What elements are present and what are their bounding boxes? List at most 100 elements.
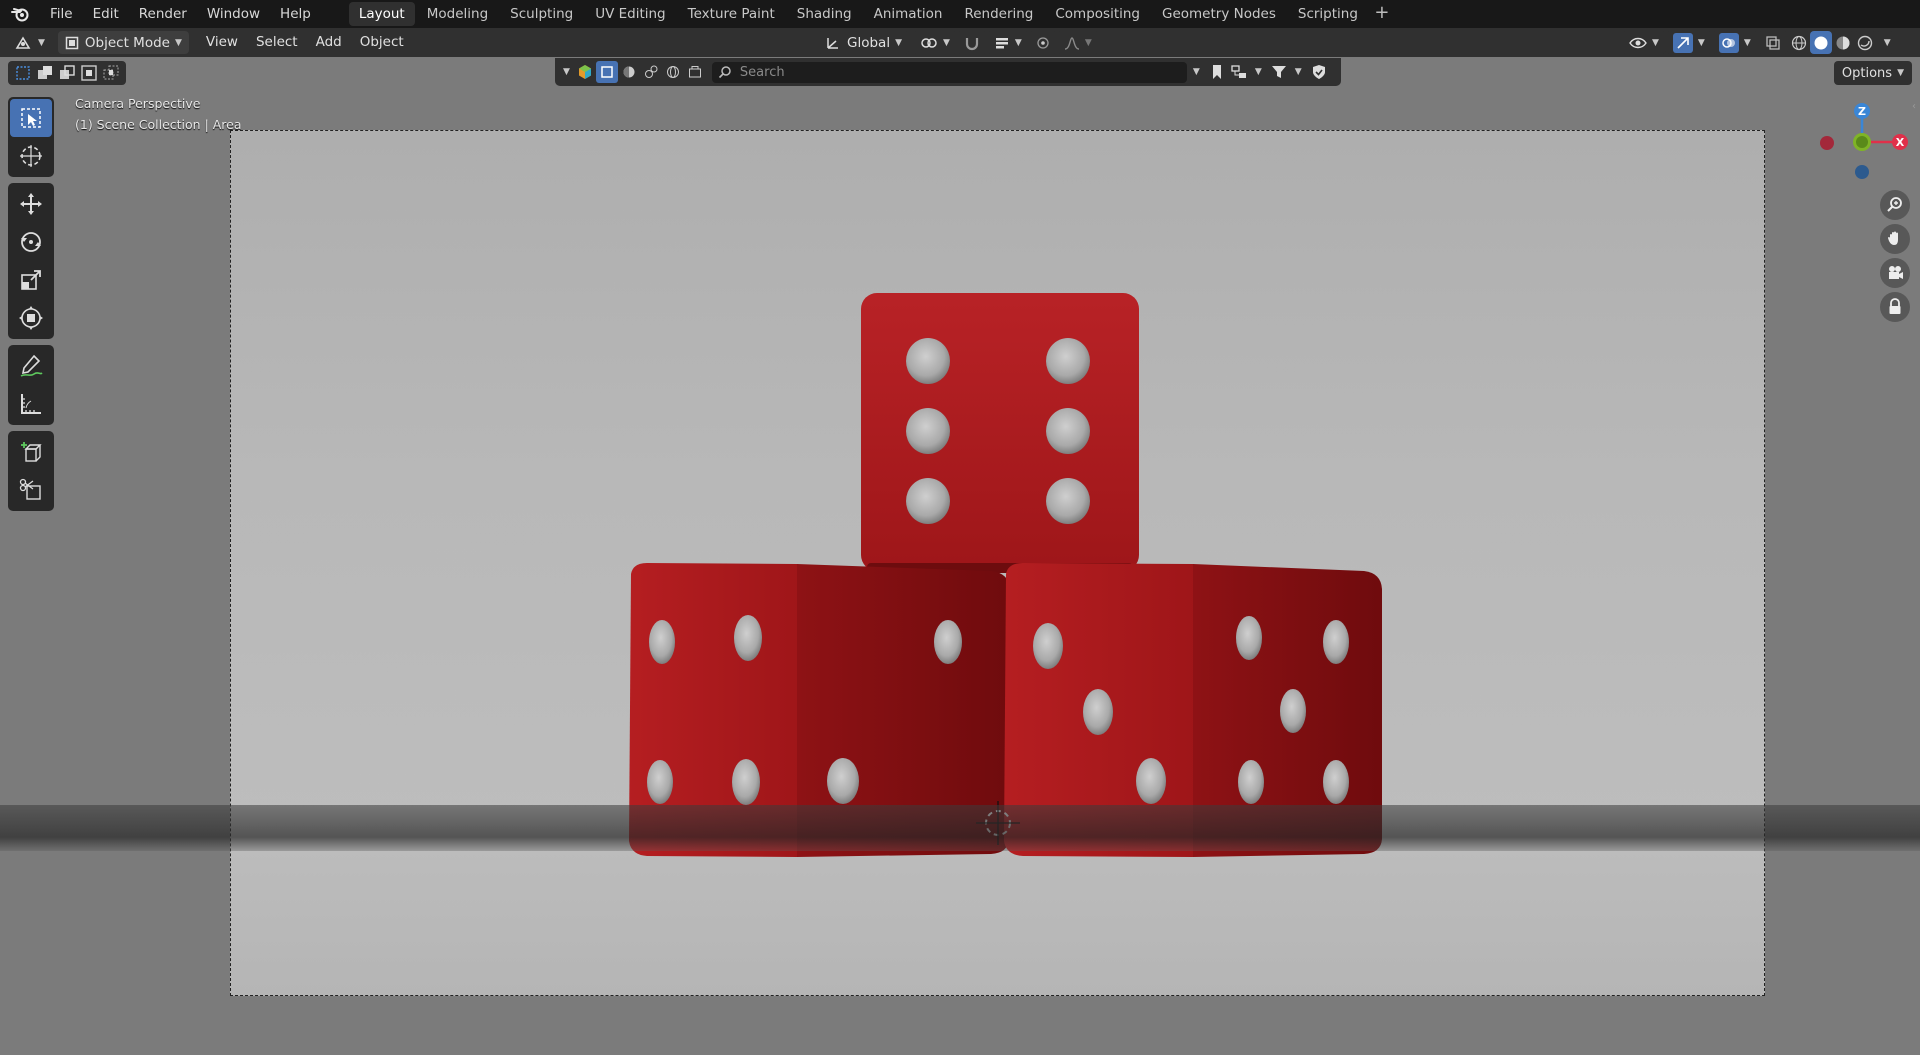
shading-rendered-button[interactable] bbox=[1853, 31, 1876, 54]
tab-texture-paint[interactable]: Texture Paint bbox=[678, 2, 785, 26]
data-filter-icon[interactable] bbox=[684, 61, 706, 83]
filter-icon[interactable] bbox=[1268, 61, 1290, 83]
menu-edit[interactable]: Edit bbox=[83, 0, 129, 28]
3d-viewport[interactable]: ▼ Search ▼ ▼ ▼ Options ▼ Camera Perspect… bbox=[0, 57, 1920, 1055]
mode-dropdown[interactable]: Object Mode ▼ bbox=[57, 31, 189, 54]
header-menu-select[interactable]: Select bbox=[247, 31, 307, 54]
visibility-dropdown[interactable]: ▼ bbox=[1622, 31, 1666, 54]
gizmo-icon bbox=[1677, 36, 1689, 49]
snap-target-dropdown[interactable]: ▼ bbox=[986, 31, 1029, 54]
select-box-tool[interactable] bbox=[10, 99, 52, 137]
pencil-icon bbox=[20, 354, 43, 377]
lock-camera-button[interactable] bbox=[1880, 292, 1910, 322]
chevron-down-icon[interactable]: ▼ bbox=[563, 67, 570, 77]
transform-tool[interactable] bbox=[10, 299, 52, 337]
add-cube-icon bbox=[21, 442, 42, 462]
tool-group-annotate bbox=[8, 345, 54, 425]
shading-wireframe-button[interactable] bbox=[1787, 31, 1810, 54]
tab-layout[interactable]: Layout bbox=[348, 2, 415, 26]
select-intersect-icon[interactable] bbox=[100, 62, 122, 84]
scale-tool[interactable] bbox=[10, 261, 52, 299]
overlays-toggle[interactable]: ▼ bbox=[1711, 31, 1758, 54]
ground-plane-edge bbox=[0, 805, 1920, 851]
chevron-down-icon[interactable]: ▼ bbox=[1295, 67, 1302, 77]
search-input[interactable]: Search bbox=[711, 61, 1187, 83]
tab-uv-editing[interactable]: UV Editing bbox=[585, 2, 675, 26]
zoom-button[interactable] bbox=[1880, 190, 1910, 220]
move-tool[interactable] bbox=[10, 185, 52, 223]
chevron-down-icon[interactable]: ▼ bbox=[1255, 67, 1262, 77]
editor-type-dropdown[interactable]: ▼ bbox=[8, 31, 52, 54]
scene-filter-icon[interactable] bbox=[662, 61, 684, 83]
camera-frame bbox=[230, 130, 1765, 996]
gizmo-toggle[interactable]: ▼ bbox=[1665, 31, 1712, 54]
tab-sculpting[interactable]: Sculpting bbox=[500, 2, 583, 26]
shading-solid-button[interactable] bbox=[1809, 31, 1832, 54]
header-menu-object[interactable]: Object bbox=[351, 31, 413, 54]
snap-toggle[interactable] bbox=[956, 31, 987, 54]
bookmark-icon[interactable] bbox=[1206, 61, 1228, 83]
annotate-tool[interactable] bbox=[10, 347, 52, 385]
material-filter-icon[interactable] bbox=[618, 61, 640, 83]
proportional-editing-toggle[interactable] bbox=[1028, 31, 1057, 54]
mode-label: Object Mode bbox=[84, 34, 170, 51]
chevron-down-icon[interactable]: ▼ bbox=[1193, 67, 1200, 77]
options-label: Options bbox=[1841, 65, 1893, 81]
select-subtract-icon[interactable] bbox=[56, 62, 78, 84]
workspace-tabs: Layout Modeling Sculpting UV Editing Tex… bbox=[348, 0, 1394, 28]
tab-animation[interactable]: Animation bbox=[864, 2, 953, 26]
menu-render[interactable]: Render bbox=[129, 0, 197, 28]
add-workspace-button[interactable]: + bbox=[1370, 2, 1394, 26]
menu-window[interactable]: Window bbox=[197, 0, 270, 28]
shading-material-button[interactable] bbox=[1831, 31, 1854, 54]
transform-orientation-dropdown[interactable]: Global ▼ bbox=[818, 31, 909, 54]
chevron-down-icon: ▼ bbox=[943, 37, 950, 48]
object-filter-icon[interactable] bbox=[595, 61, 618, 83]
select-extend-icon[interactable] bbox=[34, 62, 56, 84]
tab-rendering[interactable]: Rendering bbox=[954, 2, 1043, 26]
xray-toggle[interactable] bbox=[1757, 31, 1788, 54]
options-dropdown[interactable]: Options ▼ bbox=[1833, 61, 1912, 85]
tab-compositing[interactable]: Compositing bbox=[1045, 2, 1150, 26]
select-mode-buttons bbox=[8, 61, 126, 85]
select-invert-icon[interactable] bbox=[78, 62, 100, 84]
pivot-point-dropdown[interactable]: ▼ bbox=[913, 31, 957, 54]
tool-group-add bbox=[8, 431, 54, 511]
axis-neg-x-icon[interactable] bbox=[1820, 136, 1834, 150]
camera-view-button[interactable] bbox=[1880, 258, 1910, 288]
axis-neg-z-icon[interactable] bbox=[1855, 165, 1869, 179]
die-top[interactable] bbox=[861, 293, 1139, 573]
object-color-icon[interactable] bbox=[574, 61, 596, 83]
menu-file[interactable]: File bbox=[40, 0, 83, 28]
pan-button[interactable] bbox=[1880, 224, 1910, 254]
tab-geometry-nodes[interactable]: Geometry Nodes bbox=[1152, 2, 1286, 26]
select-new-icon[interactable] bbox=[12, 62, 34, 84]
rotate-tool[interactable] bbox=[10, 223, 52, 261]
world-filter-icon[interactable] bbox=[640, 61, 662, 83]
hand-icon bbox=[1888, 231, 1898, 245]
menu-help[interactable]: Help bbox=[270, 0, 321, 28]
shield-icon[interactable] bbox=[1308, 61, 1330, 83]
chevron-down-icon: ▼ bbox=[1652, 37, 1659, 48]
hierarchy-icon[interactable] bbox=[1228, 61, 1250, 83]
tool-group-transform bbox=[8, 183, 54, 339]
tab-modeling[interactable]: Modeling bbox=[417, 2, 498, 26]
sidebar-toggle-icon[interactable]: ‹ bbox=[1912, 101, 1916, 112]
cursor-tool[interactable] bbox=[10, 137, 52, 175]
header-menu-view[interactable]: View bbox=[197, 31, 247, 54]
tab-scripting[interactable]: Scripting bbox=[1288, 2, 1368, 26]
proportional-edit-icon bbox=[1037, 36, 1049, 49]
add-cube-tool[interactable] bbox=[10, 433, 52, 471]
knife-tool[interactable] bbox=[10, 471, 52, 509]
tab-shading[interactable]: Shading bbox=[787, 2, 862, 26]
editor-type-icon bbox=[15, 35, 31, 49]
chevron-down-icon: ▼ bbox=[1084, 37, 1092, 48]
rotate-icon bbox=[21, 232, 41, 252]
shading-options-dropdown[interactable]: ▼ bbox=[1875, 31, 1894, 54]
navigation-gizmo[interactable]: Z X bbox=[1810, 97, 1910, 187]
measure-tool[interactable] bbox=[10, 385, 52, 423]
blender-logo-icon[interactable] bbox=[0, 0, 40, 28]
header-menu-add[interactable]: Add bbox=[307, 31, 351, 54]
move-icon bbox=[20, 193, 42, 215]
proportional-falloff-dropdown[interactable]: ▼ bbox=[1056, 31, 1099, 54]
